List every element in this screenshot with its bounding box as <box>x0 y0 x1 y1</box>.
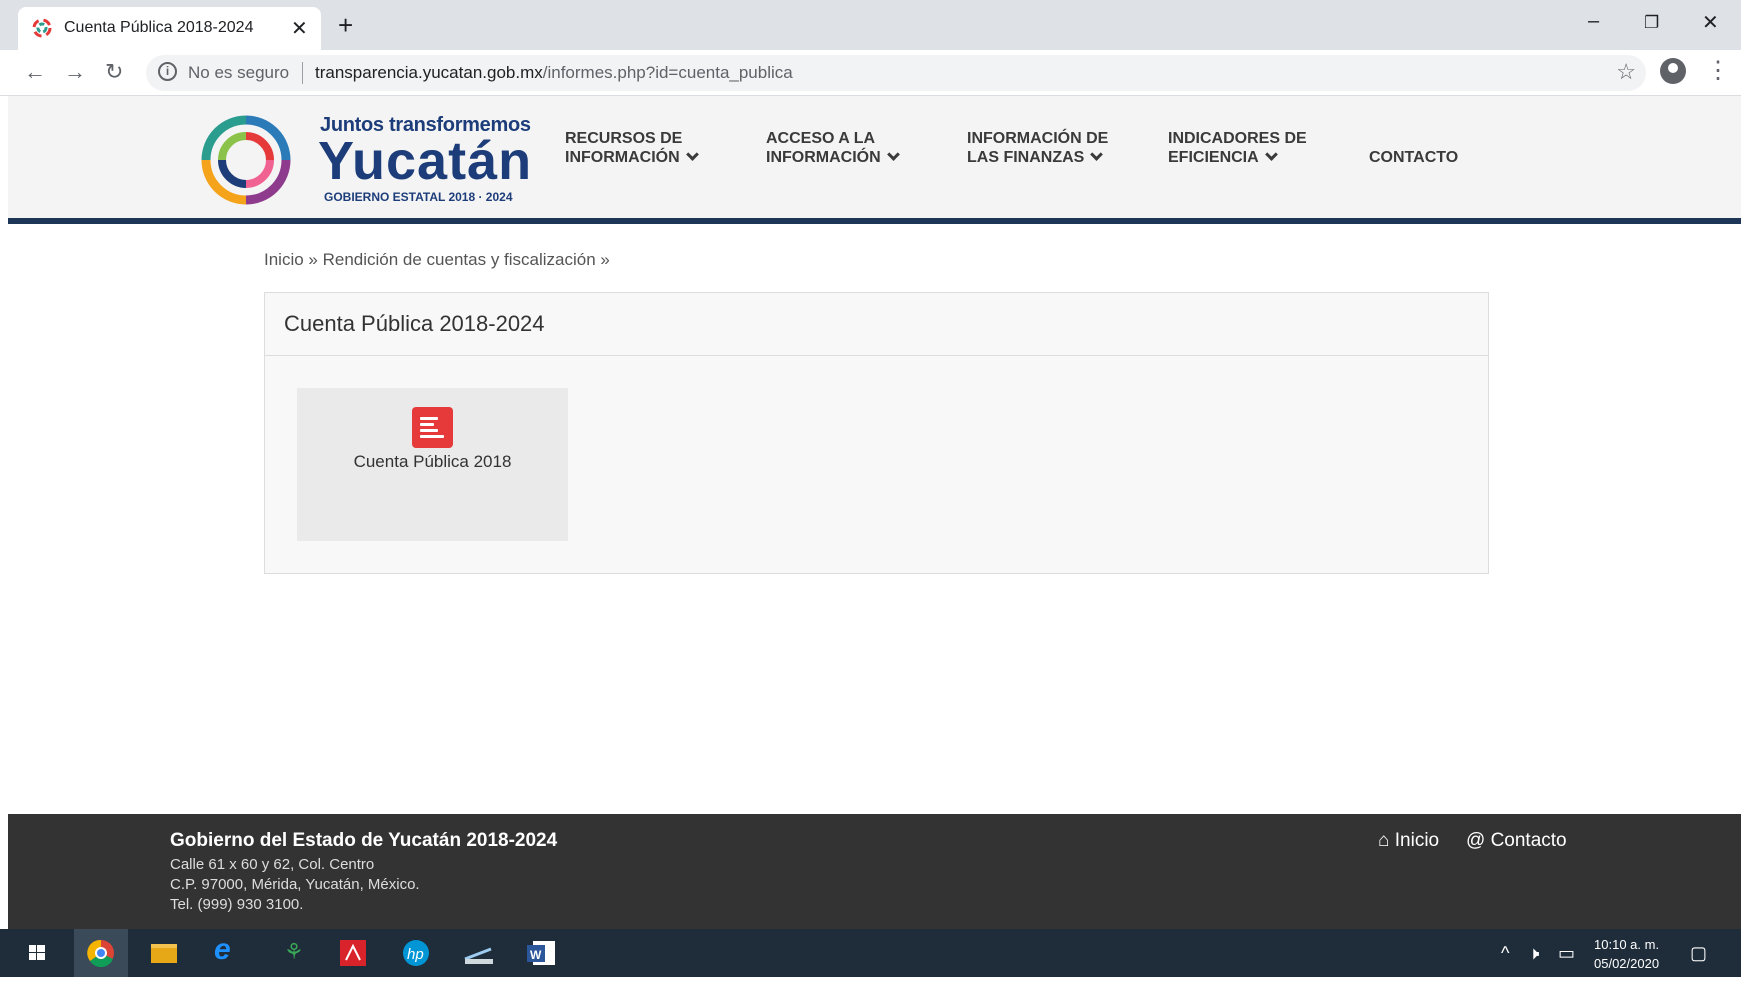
scanner-icon <box>464 947 493 964</box>
browser-toolbar: ← → ↻ i No es seguro transparencia.yucat… <box>0 50 1741 96</box>
hp-icon: hp <box>403 940 429 966</box>
footer-contact-label: Contacto <box>1490 830 1567 851</box>
footer-address-line1: Calle 61 x 60 y 62, Col. Centro <box>170 856 375 873</box>
nav-contacto[interactable]: CONTACTO <box>1369 148 1458 167</box>
site-favicon-icon <box>32 18 52 38</box>
address-divider <box>302 62 303 84</box>
tab-title: Cuenta Pública 2018-2024 <box>64 19 254 36</box>
nav-indicadores-eficiencia[interactable]: INDICADORES DE EFICIENCIA <box>1168 129 1307 167</box>
speaker-muted-icon[interactable]: 🕨 <box>1528 943 1539 964</box>
chevron-down-icon <box>685 148 699 161</box>
tab-strip: Cuenta Pública 2018-2024 ✕ + – ❐ ✕ <box>0 0 1741 50</box>
clock-date: 05/02/2020 <box>1594 956 1660 971</box>
url-text[interactable]: transparencia.yucatan.gob.mx/informes.ph… <box>315 63 793 83</box>
content-panel: Cuenta Pública 2018-2024 Cuenta Pública … <box>264 292 1489 574</box>
browser-tab[interactable]: Cuenta Pública 2018-2024 ✕ <box>18 7 321 50</box>
breadcrumb-section-link[interactable]: Rendición de cuentas y fiscalización <box>323 250 596 269</box>
nav-label-line1: RECURSOS DE <box>565 130 683 147</box>
document-icon <box>412 407 453 448</box>
logo-subtitle: GOBIERNO ESTATAL 2018 · 2024 <box>324 190 513 204</box>
taskbar-clock[interactable]: 10:10 a. m. 05/02/2020 <box>1594 935 1659 973</box>
forward-button[interactable]: → <box>64 59 86 85</box>
site-logo[interactable]: Juntos transformemos Yucatán GOBIERNO ES… <box>194 108 534 212</box>
taskbar-edge[interactable]: e <box>200 929 254 977</box>
footer-title: Gobierno del Estado de Yucatán 2018-2024 <box>170 830 558 851</box>
taskbar-file-explorer[interactable] <box>137 929 191 977</box>
svg-text:W: W <box>530 948 542 962</box>
nav-recursos-informacion[interactable]: RECURSOS DE INFORMACIÓN <box>565 129 699 167</box>
panel-title: Cuenta Pública 2018-2024 <box>265 293 1488 356</box>
breadcrumb-home-link[interactable]: Inicio <box>264 250 304 269</box>
taskbar-scanner[interactable] <box>452 929 506 977</box>
nav-informacion-finanzas[interactable]: INFORMACIÓN DE LAS FINANZAS <box>967 129 1108 167</box>
info-icon[interactable]: i <box>158 62 177 81</box>
profile-avatar-icon[interactable] <box>1660 58 1686 84</box>
nav-label-line1: ACCESO A LA <box>766 130 876 147</box>
nav-label-line1: INDICADORES DE <box>1168 130 1307 147</box>
start-button[interactable] <box>10 929 64 977</box>
folder-icon <box>151 944 177 963</box>
clock-time: 10:10 a. m. <box>1594 937 1660 952</box>
new-tab-button[interactable]: + <box>338 12 353 38</box>
footer-contact-link[interactable]: @ Contacto <box>1466 830 1567 852</box>
notifications-icon[interactable]: ▢ <box>1690 943 1707 964</box>
browser-menu-icon[interactable]: ⋮ <box>1706 56 1730 85</box>
document-tile-cuenta-publica-2018[interactable]: Cuenta Pública 2018 <box>297 388 568 541</box>
security-label[interactable]: No es seguro <box>188 63 289 83</box>
footer-home-link[interactable]: ⌂ Inicio <box>1378 830 1439 852</box>
chrome-icon <box>87 939 114 968</box>
home-icon: ⌂ <box>1378 830 1390 851</box>
breadcrumb: Inicio » Rendición de cuentas y fiscaliz… <box>264 250 610 270</box>
taskbar-chrome[interactable] <box>74 929 128 977</box>
tray-chevron-up-icon[interactable]: ^ <box>1501 943 1509 964</box>
taskbar-word[interactable]: W <box>515 929 569 977</box>
footer-address-line2: C.P. 97000, Mérida, Yucatán, México. <box>170 876 420 893</box>
tab-close-icon[interactable]: ✕ <box>291 16 308 41</box>
nav-label-line2: INFORMACIÓN <box>766 149 881 166</box>
chevron-down-icon <box>886 148 900 161</box>
svg-text:hp: hp <box>407 946 424 963</box>
taskbar-acrobat[interactable] <box>326 929 380 977</box>
at-sign-icon: @ <box>1466 830 1486 851</box>
reload-button[interactable]: ↻ <box>105 59 123 85</box>
site-header: Juntos transformemos Yucatán GOBIERNO ES… <box>8 96 1741 224</box>
restore-button[interactable]: ❐ <box>1644 13 1659 33</box>
word-icon: W <box>527 941 555 965</box>
windows-logo-icon <box>29 945 45 960</box>
chevron-down-icon <box>1090 148 1104 161</box>
nav-label-line2: EFICIENCIA <box>1168 149 1259 166</box>
nav-label-line2: INFORMACIÓN <box>565 149 680 166</box>
tile-label: Cuenta Pública 2018 <box>353 452 512 471</box>
back-button[interactable]: ← <box>24 59 46 85</box>
taskbar-app[interactable]: ⚘ <box>263 929 317 977</box>
edge-icon: e <box>214 933 231 966</box>
nav-label-line1: INFORMACIÓN DE <box>967 130 1109 147</box>
web-page: Juntos transformemos Yucatán GOBIERNO ES… <box>8 96 1741 929</box>
network-icon[interactable]: ▭ <box>1558 943 1575 964</box>
app-icon: ⚘ <box>284 939 304 964</box>
footer-home-label: Inicio <box>1394 830 1440 851</box>
chevron-down-icon <box>1264 148 1278 161</box>
logo-name: Yucatán <box>318 131 533 191</box>
breadcrumb-separator: » <box>595 250 610 269</box>
site-footer: Gobierno del Estado de Yucatán 2018-2024… <box>8 814 1741 929</box>
minimize-button[interactable]: – <box>1588 10 1599 33</box>
taskbar-hp[interactable]: hp <box>389 929 443 977</box>
window-close-button[interactable]: ✕ <box>1702 10 1719 35</box>
footer-phone: Tel. (999) 930 3100. <box>170 896 304 913</box>
bookmark-star-icon[interactable]: ☆ <box>1616 59 1636 85</box>
os-taskbar: e ⚘ hp W ^ 🕨 ▭ 10:10 a. m. 05/02/2020 ▢ <box>0 929 1741 977</box>
url-host: transparencia.yucatan.gob.mx <box>315 63 543 82</box>
logo-emblem-icon <box>201 115 291 205</box>
url-path: /informes.php?id=cuenta_publica <box>542 63 793 82</box>
address-bar[interactable]: i No es seguro transparencia.yucatan.gob… <box>146 55 1646 91</box>
nav-acceso-informacion[interactable]: ACCESO A LA INFORMACIÓN <box>766 129 900 167</box>
nav-label-line2: LAS FINANZAS <box>967 149 1085 166</box>
acrobat-icon <box>340 940 366 966</box>
breadcrumb-separator: » <box>303 250 323 269</box>
